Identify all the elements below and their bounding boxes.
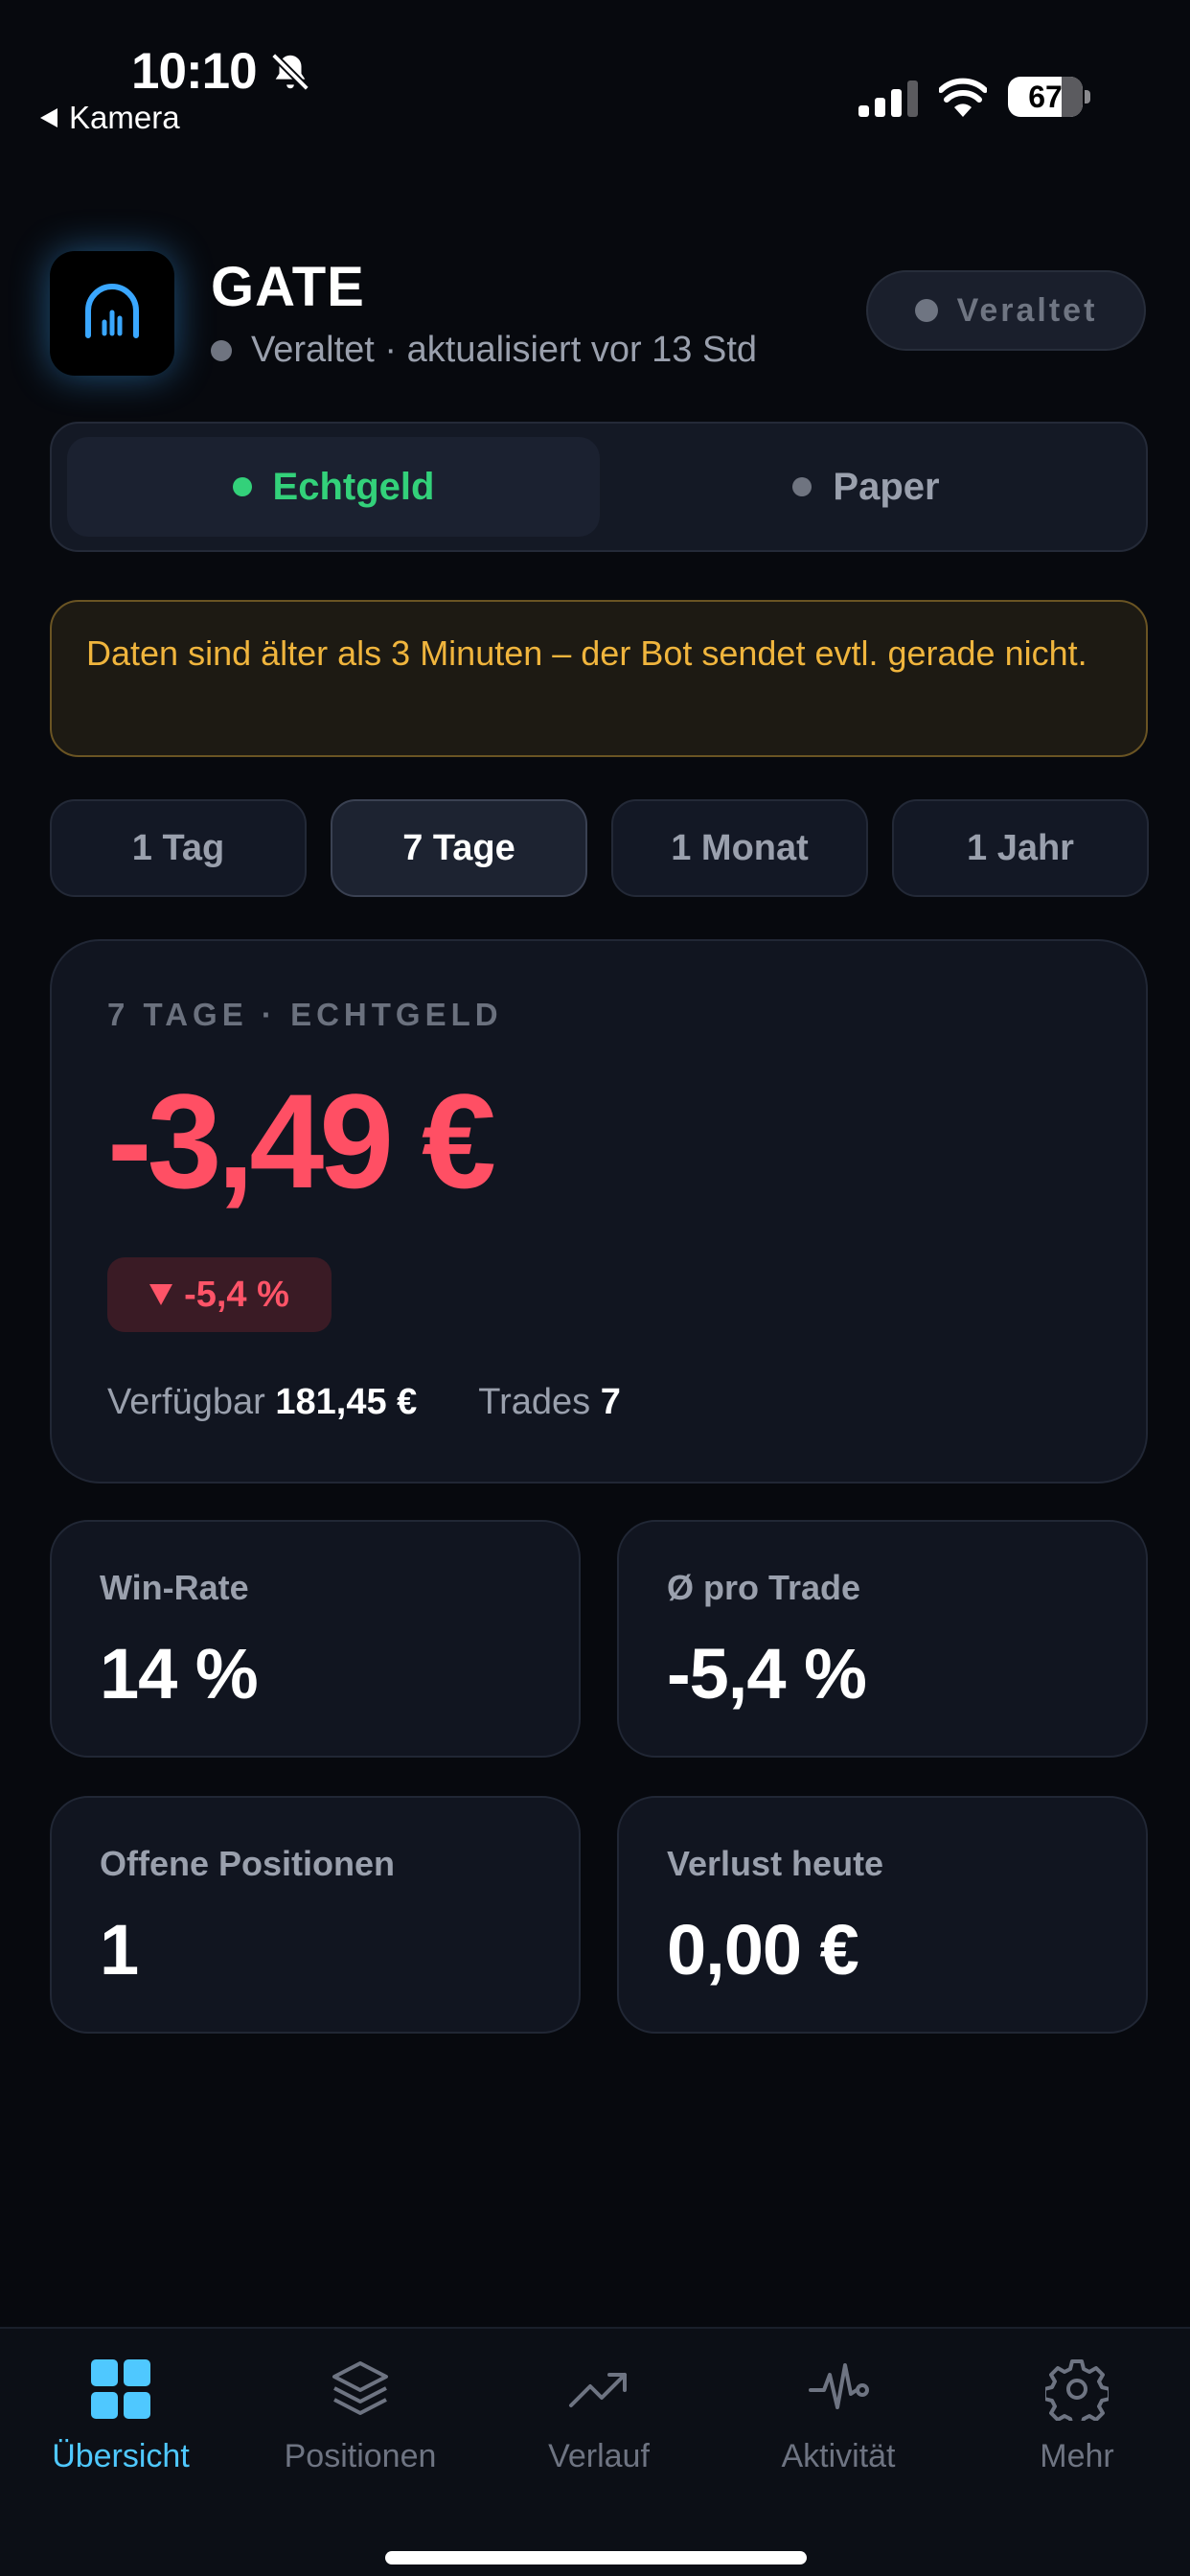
app-title: GATE	[211, 256, 365, 318]
mode-echtgeld[interactable]: Echtgeld	[67, 437, 600, 537]
mode-paper-dot	[792, 477, 812, 496]
trades-label: Trades	[478, 1382, 591, 1422]
stat-card-win-rate: Win-Rate 14 %	[50, 1520, 581, 1758]
tab-label: Übersicht	[52, 2438, 190, 2474]
summary-period-label: 7 TAGE · ECHTGELD	[107, 997, 503, 1032]
available-value: 181,45 €	[275, 1382, 418, 1422]
stat-card-avg-per-trade: Ø pro Trade -5,4 %	[617, 1520, 1148, 1758]
cellular-signal-icon	[858, 80, 918, 117]
tab-label: Verlauf	[548, 2438, 650, 2474]
mode-label: Echtgeld	[272, 465, 435, 508]
summary-footer: Verfügbar 181,45 € Trades 7	[107, 1382, 621, 1423]
connection-status: Veraltet · aktualisiert vor 13 Std	[211, 330, 757, 371]
pnl-change-badge: -5,4 %	[107, 1257, 332, 1332]
trades-value: 7	[600, 1382, 621, 1422]
home-indicator[interactable]	[385, 2551, 807, 2564]
mode-live-dot	[232, 477, 252, 496]
stat-label: Win-Rate	[100, 1568, 249, 1607]
tab-aktivitaet[interactable]: Aktivität	[733, 2358, 944, 2492]
battery-indicator: 67	[1008, 77, 1090, 117]
trade-count: Trades 7	[478, 1382, 621, 1423]
wifi-icon	[939, 78, 987, 117]
badge-label: Veraltet	[956, 291, 1098, 329]
range-tab-1-month[interactable]: 1 Monat	[611, 799, 868, 897]
stat-card-open-positions: Offene Positionen 1	[50, 1796, 581, 2034]
tab-mehr[interactable]: Mehr	[972, 2358, 1182, 2492]
range-tab-1-year[interactable]: 1 Jahr	[892, 799, 1149, 897]
status-badge: Veraltet	[866, 270, 1146, 351]
tab-label: Positionen	[284, 2438, 437, 2474]
gate-logo-icon	[85, 284, 139, 338]
down-triangle-icon	[149, 1284, 173, 1305]
status-text: Veraltet · aktualisiert vor 13 Std	[251, 330, 758, 370]
back-to-camera[interactable]: Kamera	[40, 100, 180, 136]
back-arrow-icon	[40, 108, 57, 127]
gear-icon	[1045, 2359, 1109, 2421]
tab-label: Mehr	[1040, 2438, 1114, 2474]
layers-icon	[332, 2361, 388, 2415]
status-time: 10:10	[131, 43, 258, 100]
stat-label: Ø pro Trade	[667, 1568, 861, 1607]
grid-icon	[91, 2359, 150, 2419]
pnl-change: -5,4 %	[184, 1274, 289, 1315]
pulse-icon	[809, 2363, 869, 2409]
range-tab-7-days[interactable]: 7 Tage	[331, 799, 587, 897]
tab-verlauf[interactable]: Verlauf	[493, 2358, 704, 2492]
stat-value: -5,4 %	[667, 1634, 867, 1714]
tab-uebersicht[interactable]: Übersicht	[15, 2358, 226, 2492]
range-tab-1-day[interactable]: 1 Tag	[50, 799, 307, 897]
trend-up-icon	[569, 2373, 627, 2407]
available-balance: Verfügbar 181,45 €	[107, 1382, 417, 1423]
tab-positionen[interactable]: Positionen	[255, 2358, 466, 2492]
available-label: Verfügbar	[107, 1382, 265, 1422]
tab-label: Aktivität	[781, 2438, 896, 2474]
stat-card-loss-today: Verlust heute 0,00 €	[617, 1796, 1148, 2034]
stat-label: Verlust heute	[667, 1844, 884, 1883]
bell-muted-icon	[271, 53, 309, 91]
stat-label: Offene Positionen	[100, 1844, 396, 1883]
stat-value: 1	[100, 1910, 139, 1990]
account-mode-toggle: Echtgeld Paper	[50, 422, 1148, 552]
mode-paper[interactable]: Paper	[600, 437, 1133, 537]
app-logo	[50, 251, 174, 376]
badge-dot	[914, 299, 938, 322]
battery-level: 67	[1028, 79, 1063, 114]
pnl-value: -3,49 €	[107, 1066, 496, 1216]
back-label: Kamera	[69, 100, 180, 135]
stat-value: 0,00 €	[667, 1910, 859, 1990]
mode-label: Paper	[833, 465, 940, 508]
status-dot	[211, 339, 232, 361]
stale-data-warning: Daten sind älter als 3 Minuten – der Bot…	[50, 600, 1148, 757]
stat-value: 14 %	[100, 1634, 259, 1714]
